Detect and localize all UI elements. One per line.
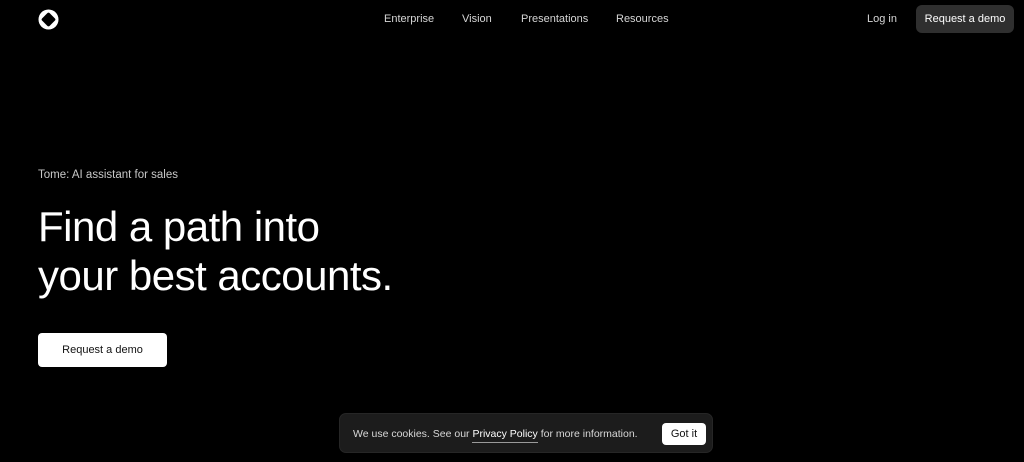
header-request-demo-button[interactable]: Request a demo <box>916 5 1014 33</box>
hero-eyebrow: Tome: AI assistant for sales <box>38 169 178 181</box>
hero-title-line-2: your best accounts. <box>38 252 393 299</box>
hero-title-line-1: Find a path into <box>38 203 320 250</box>
nav-link-vision[interactable]: Vision <box>462 12 492 26</box>
cookie-text-before: We use cookies. See our <box>353 428 473 440</box>
login-link[interactable]: Log in <box>867 12 897 26</box>
privacy-policy-link[interactable]: Privacy Policy <box>472 428 538 443</box>
nav-link-resources[interactable]: Resources <box>616 12 669 26</box>
tome-logo-icon[interactable] <box>38 9 59 30</box>
cookie-banner: We use cookies. See our Privacy Policy f… <box>339 413 713 453</box>
page: Enterprise Vision Presentations Resource… <box>0 0 1024 462</box>
hero-title: Find a path into your best accounts. <box>38 202 393 300</box>
cookie-message: We use cookies. See our Privacy Policy f… <box>353 427 638 443</box>
nav-link-presentations[interactable]: Presentations <box>521 12 588 26</box>
cookie-accept-button[interactable]: Got it <box>662 423 706 445</box>
nav-link-enterprise[interactable]: Enterprise <box>384 12 434 26</box>
hero-request-demo-button[interactable]: Request a demo <box>38 333 167 367</box>
cookie-text-after: for more information. <box>537 428 638 440</box>
top-navigation: Enterprise Vision Presentations Resource… <box>0 0 1024 38</box>
